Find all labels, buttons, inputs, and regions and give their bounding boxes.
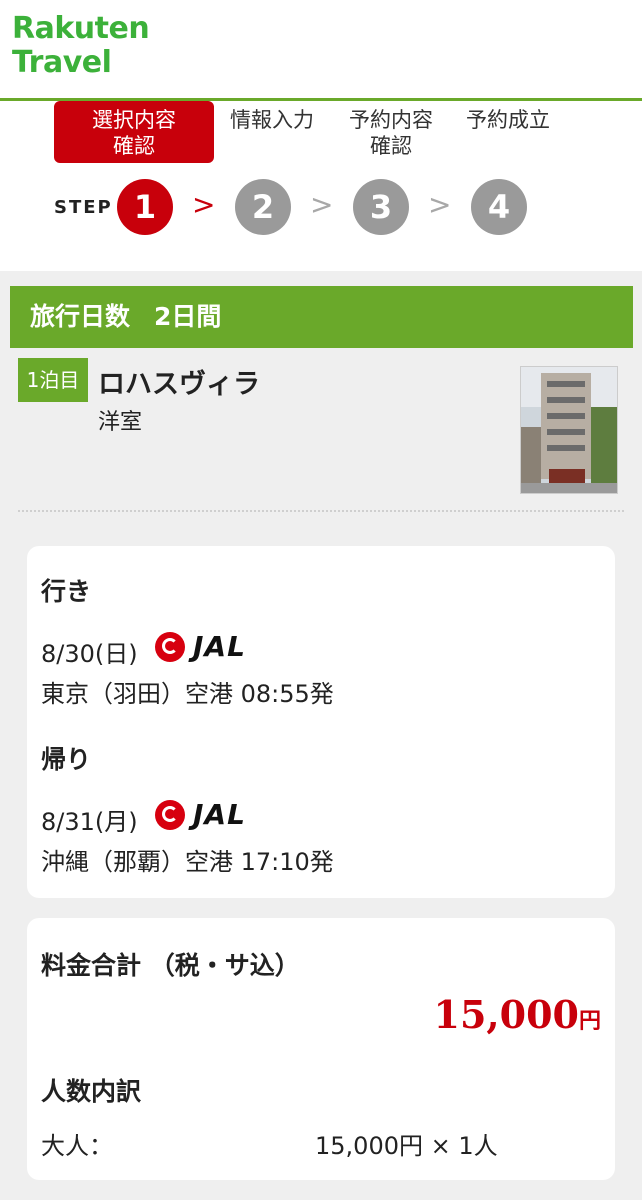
logo-line1: Rakuten [12, 11, 150, 46]
total-price: 15,000円 [434, 992, 601, 1037]
total-price-value: 15,000 [433, 992, 579, 1037]
jal-crane-icon [155, 631, 185, 662]
return-title: 帰り [41, 745, 92, 774]
total-price-currency: 円 [578, 1008, 601, 1034]
step-word: STEP [54, 197, 113, 218]
jal-wordmark: JAL [193, 630, 246, 663]
trip-duration-value: 2日間 [154, 302, 222, 331]
step-number-4: 4 [471, 179, 527, 235]
step-number-1: 1 [117, 179, 173, 235]
adult-price: 15,000円 × 1人 [315, 1132, 498, 1160]
jal-logo: JAL [155, 798, 246, 831]
outbound-date: 8/30(日) [41, 640, 138, 668]
room-type: 洋室 [98, 410, 143, 435]
trip-duration-bar: 旅行日数 2日間 [10, 286, 633, 348]
breakdown-title: 人数内訳 [41, 1077, 142, 1106]
trip-duration-label: 旅行日数 [30, 302, 131, 331]
hotel-photo[interactable] [520, 366, 618, 494]
progress-steps: 選択内容 確認 情報入力 予約内容 確認 予約成立 STEP 1 > 2 > 3… [0, 101, 642, 271]
flight-card: 行き 8/30(日) JAL 東京（羽田）空港 08:55発 帰り 8/31(月… [27, 546, 615, 898]
step-label-1: 選択内容 確認 [54, 101, 214, 163]
section-divider [18, 510, 624, 512]
adult-label: 大人： [41, 1132, 113, 1160]
outbound-title: 行き [41, 577, 92, 606]
jal-logo: JAL [155, 630, 246, 663]
chevron-right-icon: > [192, 188, 216, 221]
step-number-2: 2 [235, 179, 291, 235]
price-title: 料金合計 （税・サ込） [41, 951, 300, 980]
return-detail: 沖縄（那覇）空港 17:10発 [41, 848, 334, 876]
chevron-right-icon: > [428, 188, 452, 221]
step-number-3: 3 [353, 179, 409, 235]
return-date: 8/31(月) [41, 808, 138, 836]
jal-wordmark: JAL [193, 798, 246, 831]
price-card: 料金合計 （税・サ込） 15,000円 人数内訳 大人： 15,000円 × 1… [27, 918, 615, 1180]
building-image [521, 367, 617, 493]
step-label-4: 予約成立 [466, 108, 550, 132]
outbound-detail: 東京（羽田）空港 08:55発 [41, 680, 334, 708]
rakuten-travel-logo[interactable]: Rakuten Travel [12, 11, 150, 80]
night-badge: 1泊目 [18, 358, 88, 402]
app-header: Rakuten Travel [0, 0, 642, 101]
hotel-name[interactable]: ロハスヴィラ [98, 362, 260, 401]
logo-line2: Travel [12, 45, 112, 80]
jal-crane-icon [155, 799, 185, 830]
hotel-summary: 1泊目 ロハスヴィラ 洋室 [10, 348, 633, 508]
chevron-right-icon: > [310, 188, 334, 221]
